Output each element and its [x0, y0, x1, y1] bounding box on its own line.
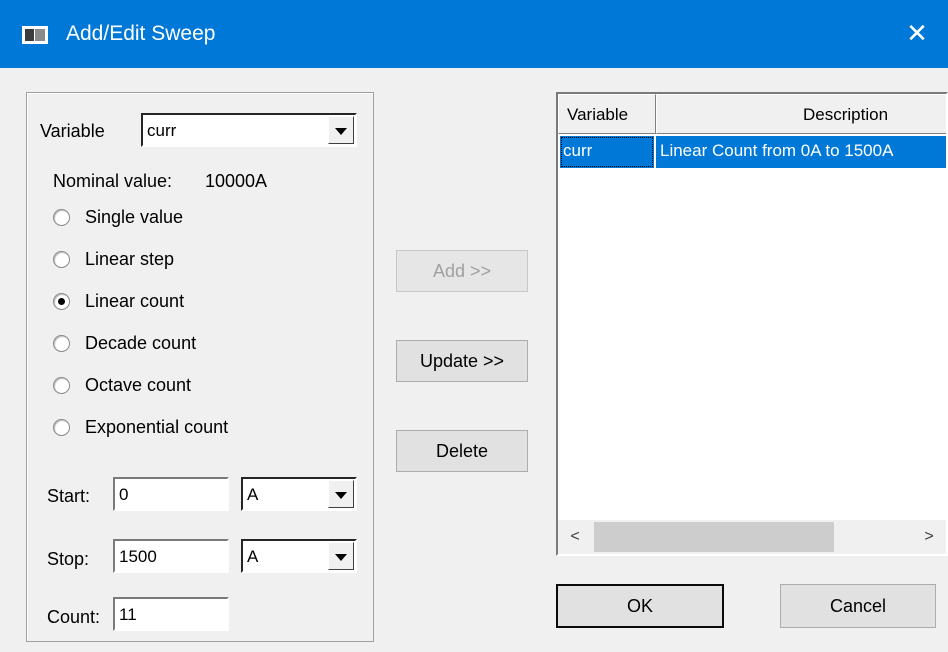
radio-label-single-value[interactable]: Single value [85, 207, 183, 228]
scroll-right-icon[interactable]: > [912, 520, 946, 554]
radio-label-decade-count[interactable]: Decade count [85, 333, 196, 354]
sweep-settings-group: Variable curr Nominal value: 10000A Sing… [26, 92, 374, 642]
scrollbar-thumb[interactable] [594, 522, 834, 552]
count-label: Count: [47, 607, 101, 627]
ok-button-label: OK [626, 596, 653, 616]
radio-label-linear-count[interactable]: Linear count [85, 291, 184, 312]
table-row[interactable]: curr Linear Count from 0A to 1500A [558, 136, 946, 168]
variable-label: Variable [40, 121, 105, 141]
delete-button[interactable]: Delete [396, 430, 528, 472]
row-description-cell[interactable]: Linear Count from 0A to 1500A [656, 136, 946, 168]
radio-linear-count[interactable] [53, 293, 70, 310]
start-input[interactable]: 0 [113, 477, 229, 511]
column-header-description-label: Description [803, 105, 889, 124]
stop-input-value: 1500 [119, 547, 157, 566]
horizontal-scrollbar[interactable]: < > [558, 520, 946, 554]
start-unit-select[interactable]: A [241, 477, 357, 511]
nominal-value: 10000A [205, 171, 268, 191]
radio-exponential-count[interactable] [53, 419, 70, 436]
start-unit-value: A [247, 485, 259, 504]
chevron-down-icon[interactable] [328, 480, 354, 508]
radio-octave-count[interactable] [53, 377, 70, 394]
chevron-down-icon[interactable] [328, 542, 354, 570]
radio-label-linear-step[interactable]: Linear step [85, 249, 174, 270]
chevron-down-icon[interactable] [328, 116, 354, 144]
sweep-list[interactable]: Variable Description curr Linear Count f… [556, 92, 948, 556]
delete-button-label: Delete [435, 441, 489, 461]
close-button[interactable]: ✕ [886, 0, 948, 68]
row-variable-cell[interactable]: curr [560, 136, 654, 168]
variable-select[interactable]: curr [141, 113, 357, 147]
nominal-value-label: Nominal value: [53, 171, 173, 191]
radio-label-exponential-count[interactable]: Exponential count [85, 417, 228, 438]
column-header-variable[interactable]: Variable [558, 94, 656, 134]
start-label: Start: [47, 486, 91, 506]
scroll-left-icon[interactable]: < [558, 520, 592, 554]
variable-select-value: curr [147, 121, 177, 140]
title-bar: Add/Edit Sweep ✕ [0, 0, 948, 68]
window-title: Add/Edit Sweep [66, 22, 216, 45]
count-input-value: 11 [119, 605, 137, 624]
update-button-label: Update >> [419, 351, 505, 371]
stop-unit-select[interactable]: A [241, 539, 357, 573]
cancel-button-label: Cancel [829, 596, 887, 616]
stop-input[interactable]: 1500 [113, 539, 229, 573]
update-button[interactable]: Update >> [396, 340, 528, 382]
radio-single-value[interactable] [53, 209, 70, 226]
app-icon [22, 26, 48, 44]
add-button-label: Add >> [432, 261, 492, 281]
radio-linear-step[interactable] [53, 251, 70, 268]
stop-unit-value: A [247, 547, 259, 566]
radio-decade-count[interactable] [53, 335, 70, 352]
radio-label-octave-count[interactable]: Octave count [85, 375, 191, 396]
cancel-button[interactable]: Cancel [780, 584, 936, 628]
stop-label: Stop: [47, 549, 90, 569]
count-input[interactable]: 11 [113, 597, 229, 631]
ok-button[interactable]: OK [556, 584, 724, 628]
add-button[interactable]: Add >> [396, 250, 528, 292]
start-input-value: 0 [119, 485, 129, 504]
column-header-description[interactable]: Description [656, 94, 946, 134]
column-header-variable-label: Variable [567, 105, 629, 124]
